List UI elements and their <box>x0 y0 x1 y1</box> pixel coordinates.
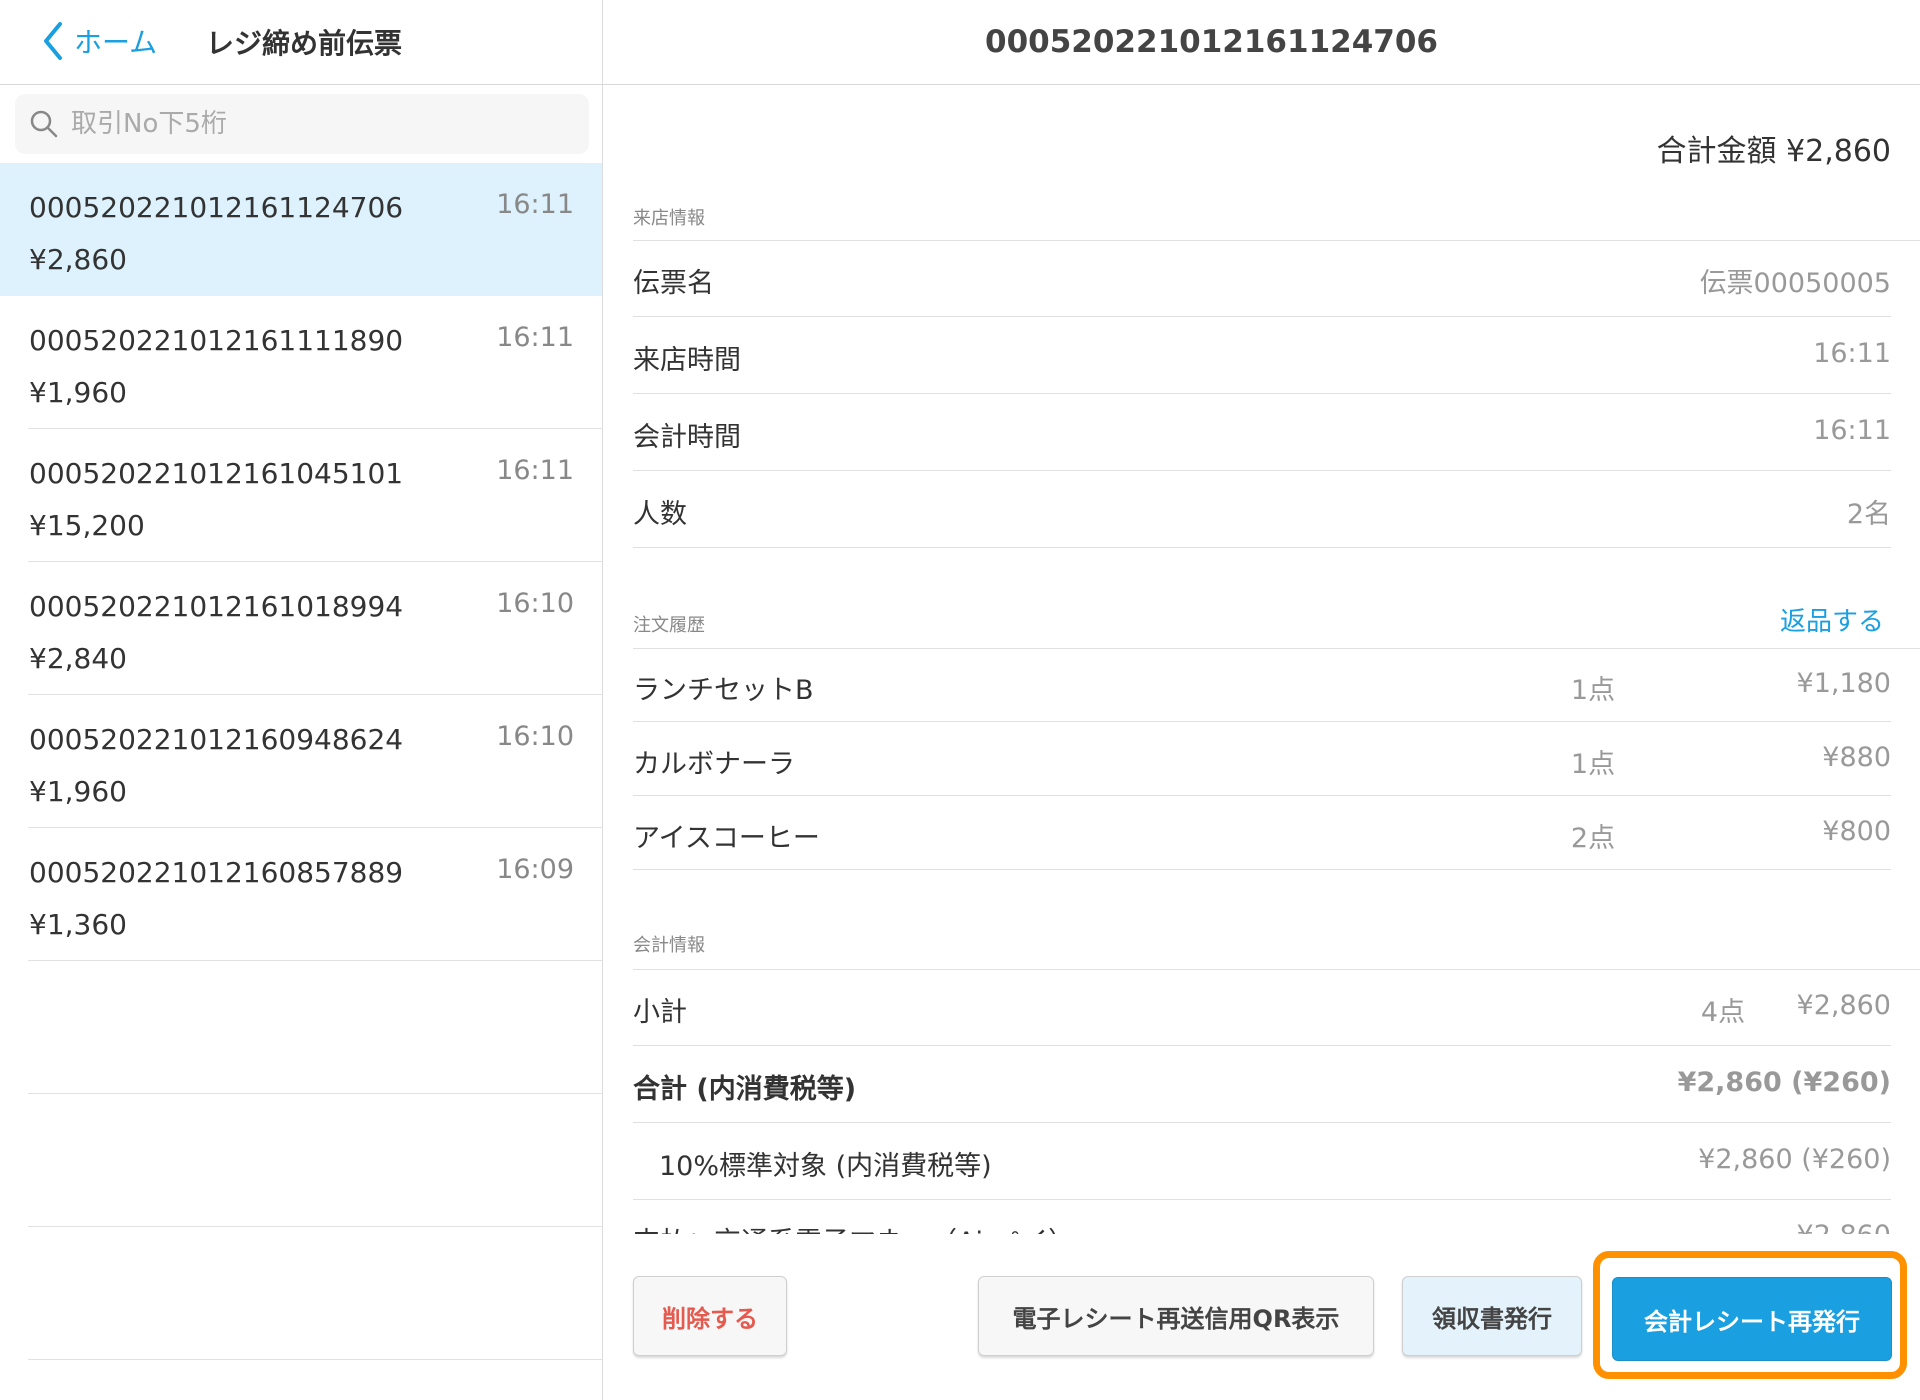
visit-row-slip-name: 伝票名 伝票00050005 <box>633 241 1891 317</box>
transaction-item[interactable]: 000520221012160948624 16:10 ¥1,960 <box>0 695 602 828</box>
divider <box>633 1122 1891 1123</box>
row-label: 来店時間 <box>633 345 741 376</box>
transaction-time: 16:10 <box>496 588 574 619</box>
row-value: ¥2,860 <box>1797 1220 1891 1234</box>
order-item-qty: 2点 <box>1570 823 1616 854</box>
transaction-item[interactable]: 000520221012161018994 16:10 ¥2,840 <box>0 562 602 695</box>
chevron-left-icon <box>44 22 62 60</box>
transaction-item[interactable]: 000520221012161045101 16:11 ¥15,200 <box>0 429 602 562</box>
transaction-number: 000520221012160857889 <box>29 856 404 889</box>
transaction-time: 16:09 <box>496 854 574 885</box>
back-button[interactable]: ホーム <box>40 18 157 64</box>
row-label: 人数 <box>633 499 687 530</box>
order-item-name: ランチセットB <box>633 675 814 706</box>
total-amount: 合計金額 ¥2,860 <box>1656 134 1891 169</box>
transaction-list: 00052022101216112​4706 16:11 ¥2,860 0005… <box>0 163 602 1360</box>
transaction-number: 000520221012160948624 <box>29 723 404 756</box>
search-box[interactable] <box>15 94 589 154</box>
divider <box>633 795 1891 796</box>
row-value: 伝票00050005 <box>1699 268 1891 299</box>
order-row: カルボナーラ 1点 ¥880 <box>633 723 1891 796</box>
transaction-time: 16:11 <box>496 189 574 220</box>
visit-section-label: 来店情報 <box>633 208 705 229</box>
sidebar-title: レジ締め前伝票 <box>206 27 403 60</box>
visit-row-guests: 人数 2名 <box>633 472 1891 548</box>
row-label: 10%標準対象 (内消費税等) <box>659 1151 992 1182</box>
reissue-receipt-button[interactable]: 会計レシート再発行 <box>1612 1277 1892 1361</box>
detail-panel: 0005202210121611247​06 合計金額 ¥2,860 来店情報 … <box>603 0 1920 1400</box>
row-value: ¥2,860 (¥260) <box>1698 1144 1891 1175</box>
payment-method-row: 支払：交通系電子マネー（Airペイ） ¥2,860 <box>633 1212 1891 1234</box>
qr-display-button[interactable]: 電子レシート再送信用QR表示 <box>978 1276 1374 1356</box>
row-value: 16:11 <box>1813 338 1891 369</box>
empty-list-row <box>0 1227 602 1360</box>
subtotal-qty: 4点 <box>1700 997 1746 1028</box>
divider <box>633 316 1891 317</box>
transaction-item[interactable]: 00052022101216112​4706 16:11 ¥2,860 <box>0 163 602 296</box>
order-item-name: カルボナーラ <box>633 749 795 780</box>
divider <box>633 1199 1891 1200</box>
empty-list-row <box>0 1094 602 1227</box>
divider <box>633 1045 1891 1046</box>
subtotal-row: 小計 4点 ¥2,860 <box>633 970 1891 1046</box>
search-icon <box>30 110 58 138</box>
row-value: ¥2,860 (¥260) <box>1677 1067 1891 1098</box>
visit-row-arrival-time: 来店時間 16:11 <box>633 318 1891 394</box>
divider <box>28 1359 602 1360</box>
divider <box>633 393 1891 394</box>
action-bar: 削除する 電子レシート再送信用QR表示 領収書発行 会計レシート再発行 <box>603 1234 1920 1400</box>
order-item-price: ¥1,180 <box>1796 668 1891 699</box>
transaction-item[interactable]: 000520221012160857889 16:09 ¥1,360 <box>0 828 602 961</box>
transaction-amount: ¥1,360 <box>29 908 127 941</box>
orders-section-label: 注文履歴 <box>633 615 705 636</box>
transaction-number: 00052022101216112​4706 <box>29 191 404 224</box>
transaction-time: 16:10 <box>496 721 574 752</box>
back-label: ホーム <box>74 26 158 59</box>
divider <box>633 470 1891 471</box>
total-row: 合計 (内消費税等) ¥2,860 (¥260) <box>633 1047 1891 1123</box>
row-value: ¥2,860 <box>1796 990 1891 1021</box>
sidebar-header: ホーム レジ締め前伝票 <box>0 0 602 85</box>
transaction-amount: ¥2,840 <box>29 642 127 675</box>
order-row: アイスコーヒー 2点 ¥800 <box>633 797 1891 870</box>
transaction-amount: ¥1,960 <box>29 376 127 409</box>
order-row: ランチセットB 1点 ¥1,180 <box>633 649 1891 722</box>
row-label: 小計 <box>633 997 687 1028</box>
detail-header: 0005202210121611247​06 <box>603 0 1920 85</box>
transaction-amount: ¥2,860 <box>29 243 127 276</box>
order-item-price: ¥880 <box>1822 742 1891 773</box>
return-link[interactable]: 返品する <box>1780 601 1884 638</box>
visit-row-payment-time: 会計時間 16:11 <box>633 395 1891 471</box>
row-label: 伝票名 <box>633 268 714 299</box>
delete-button[interactable]: 削除する <box>633 1276 787 1356</box>
row-label: 会計時間 <box>633 422 741 453</box>
detail-title: 0005202210121611247​06 <box>985 24 1438 60</box>
transaction-time: 16:11 <box>496 322 574 353</box>
order-item-name: アイスコーヒー <box>633 823 820 854</box>
issue-receipt-button[interactable]: 領収書発行 <box>1402 1276 1582 1356</box>
empty-list-row <box>0 961 602 1094</box>
divider <box>633 721 1891 722</box>
row-label: 合計 (内消費税等) <box>633 1074 857 1105</box>
search-input[interactable] <box>69 108 553 140</box>
row-value: 2名 <box>1846 499 1891 530</box>
transaction-amount: ¥15,200 <box>29 509 145 542</box>
transaction-number: 000520221012161018994 <box>29 590 404 623</box>
transaction-sidebar: ホーム レジ締め前伝票 00052022101216112​4706 16:11… <box>0 0 603 1400</box>
order-item-price: ¥800 <box>1822 816 1891 847</box>
row-label: 支払：交通系電子マネー（Airペイ） <box>633 1220 1075 1234</box>
transaction-number: 000520221012161045101 <box>29 457 404 490</box>
divider <box>633 869 1891 870</box>
order-item-qty: 1点 <box>1570 749 1616 780</box>
tax-row: 10%標準対象 (内消費税等) ¥2,860 (¥260) <box>633 1124 1891 1200</box>
transaction-amount: ¥1,960 <box>29 775 127 808</box>
divider <box>633 547 1891 548</box>
transaction-time: 16:11 <box>496 455 574 486</box>
transaction-item[interactable]: 000520221012161111890 16:11 ¥1,960 <box>0 296 602 429</box>
payment-section-label: 会計情報 <box>633 935 705 956</box>
row-value: 16:11 <box>1813 415 1891 446</box>
transaction-number: 000520221012161111890 <box>29 324 404 357</box>
order-item-qty: 1点 <box>1570 675 1616 706</box>
